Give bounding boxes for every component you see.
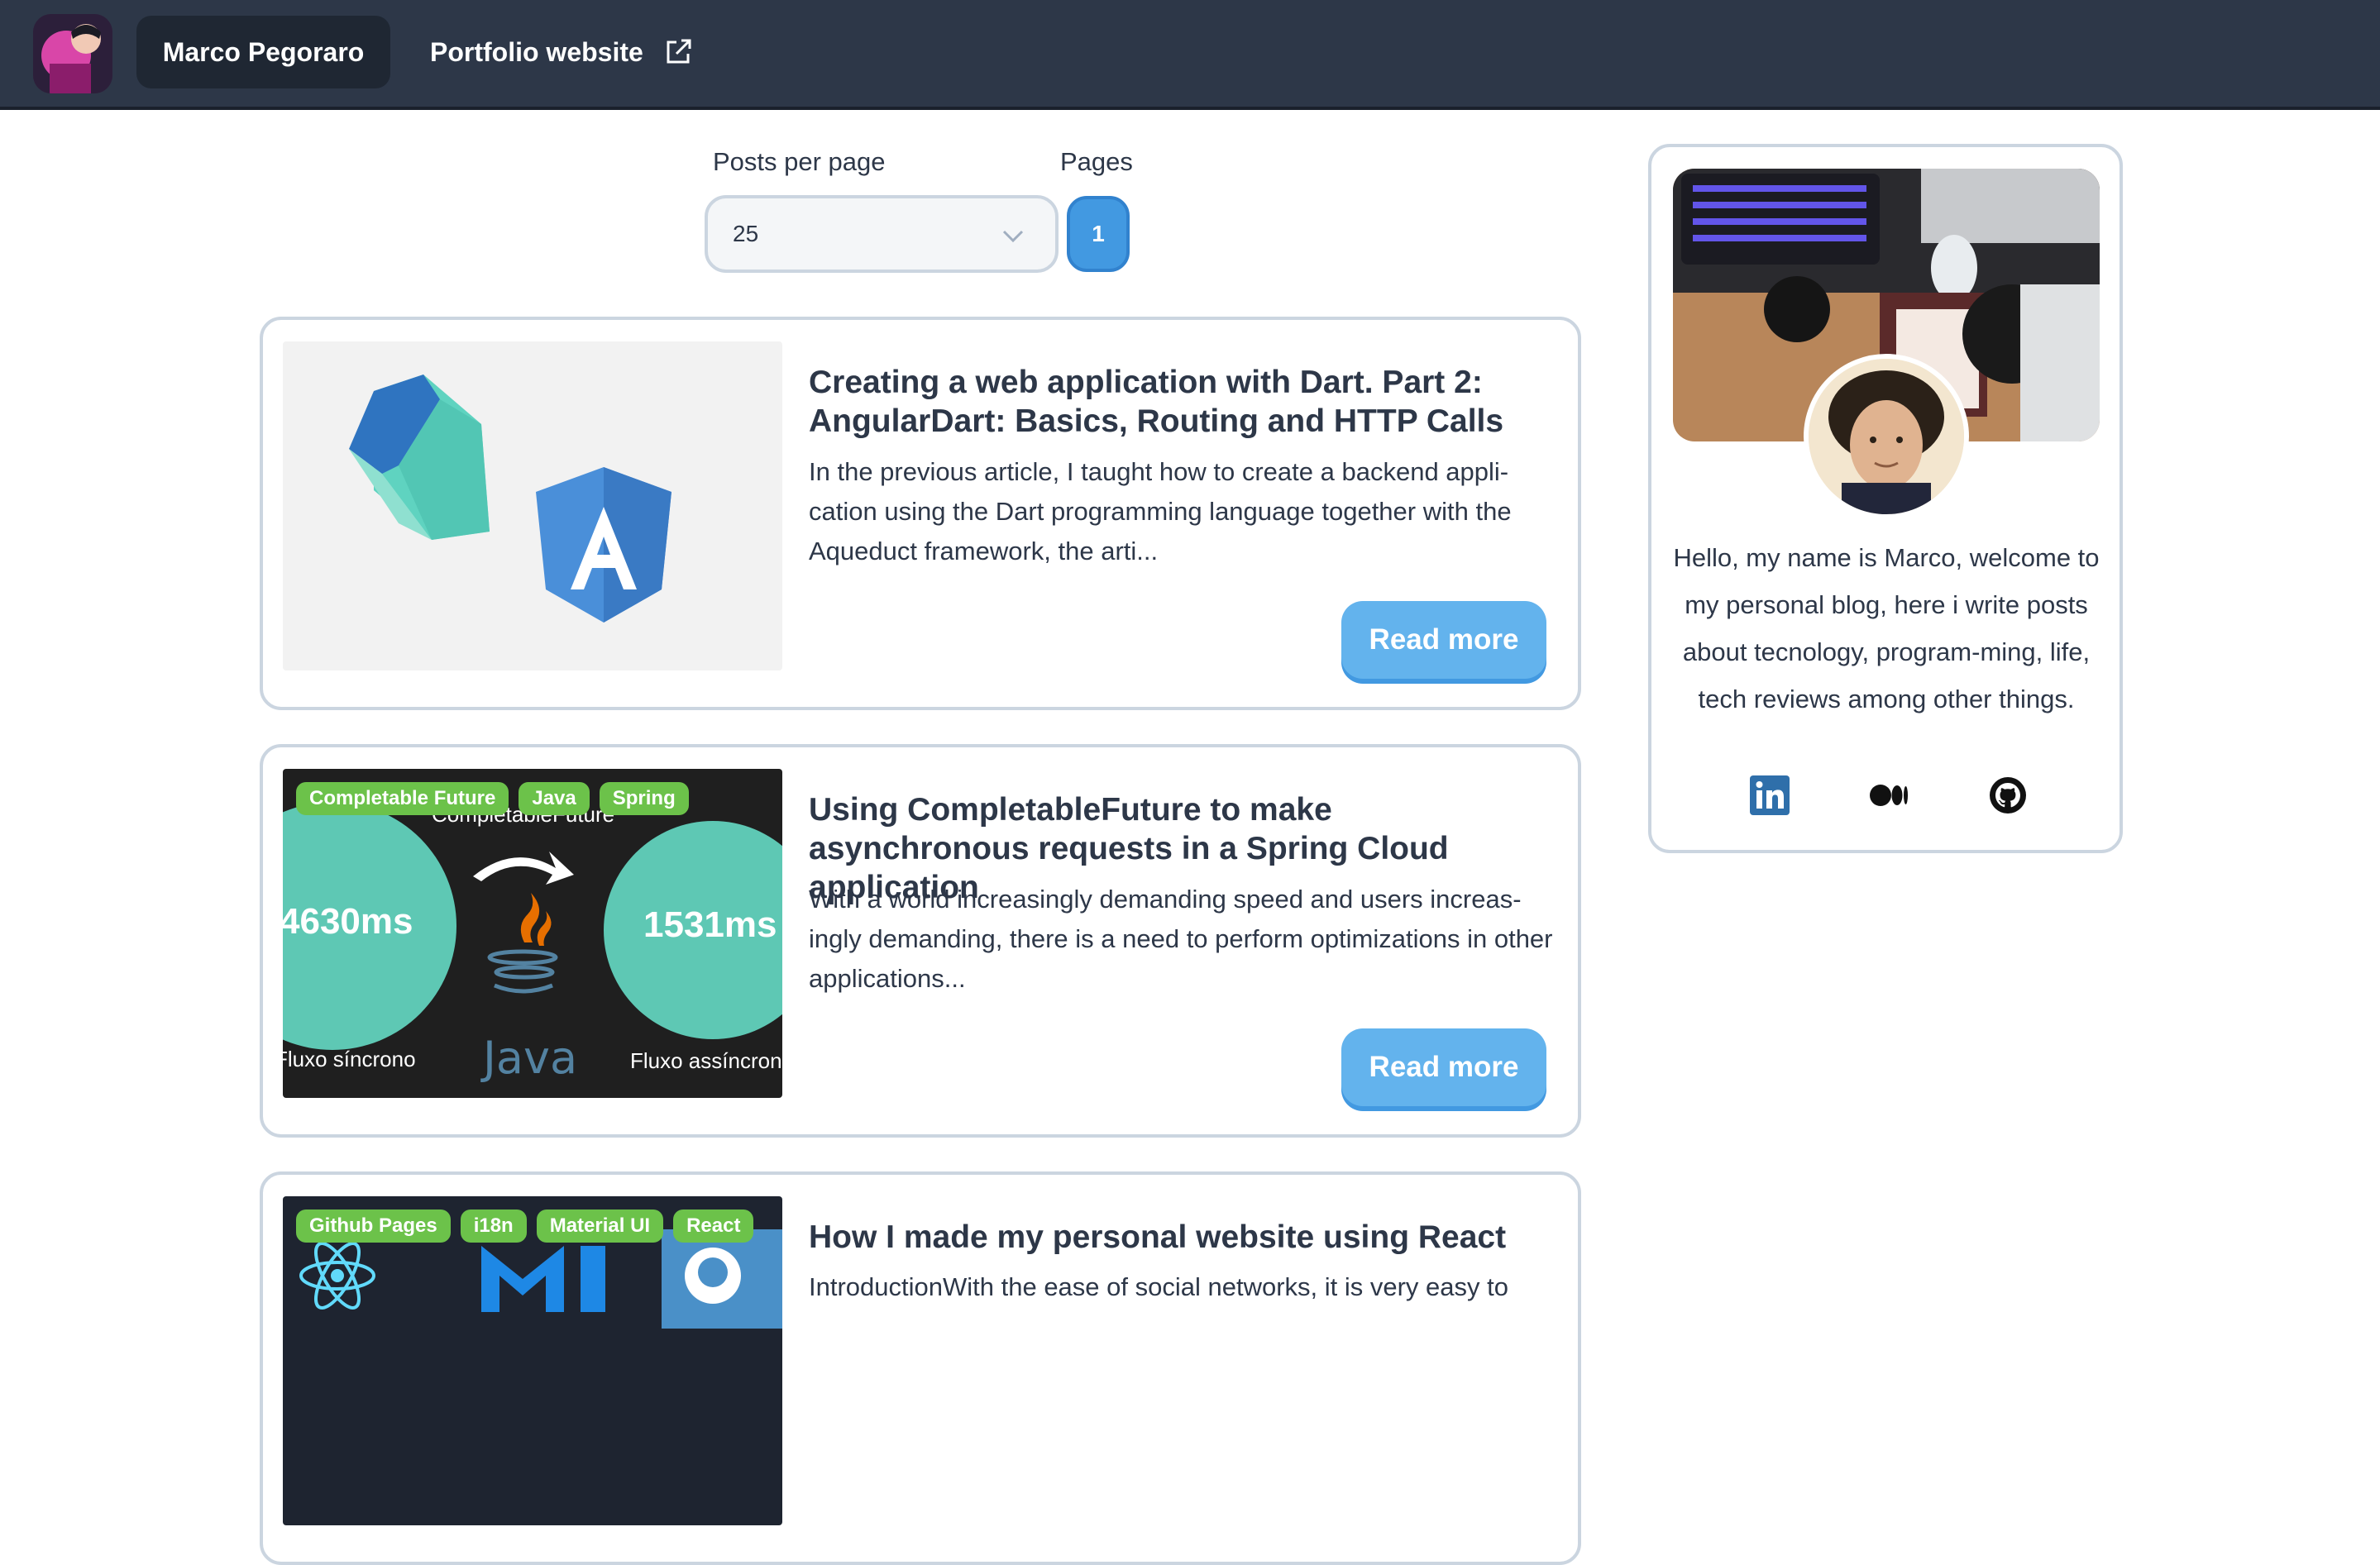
posts-per-page-value: 25 [733, 221, 759, 246]
tag-badge[interactable]: Spring [599, 782, 689, 815]
tag-badge[interactable]: React [673, 1210, 754, 1243]
medium-icon[interactable] [1869, 775, 1909, 815]
github-icon[interactable] [1988, 775, 2028, 815]
java-cup-icon [487, 893, 558, 994]
async-flow-caption: Fluxo assíncrono [630, 1048, 782, 1073]
profile-avatar [1804, 354, 1969, 519]
react-logo-icon [299, 1242, 375, 1310]
page-1-button[interactable]: 1 [1067, 196, 1130, 272]
read-more-button[interactable]: Read more [1341, 1028, 1546, 1106]
posts-per-page-select[interactable]: 25 [705, 195, 1059, 273]
sync-time-value: 4630ms [283, 901, 413, 942]
post-excerpt: In the previous article, I taught how to… [809, 457, 1512, 565]
angular-logo-icon [536, 467, 671, 623]
top-navigation-bar: Marco Pegoraro Portfolio website [0, 0, 2380, 110]
external-link-icon [663, 37, 693, 67]
brand-avatar[interactable] [33, 14, 112, 93]
page-number-label: 1 [1092, 221, 1105, 246]
post-tags: Completable Future Java Spring [296, 782, 689, 815]
post-tags: Github Pages i18n Material UI React [296, 1210, 754, 1243]
java-wordmark: Java [483, 1032, 578, 1084]
profile-bio: Hello, my name is Marco, welcome to my p… [1673, 543, 2100, 713]
tag-badge[interactable]: Github Pages [296, 1210, 451, 1243]
tag-badge[interactable]: Completable Future [296, 782, 509, 815]
post-card: Creating a web application with Dart. Pa… [260, 317, 1581, 710]
pages-label: Pages [1060, 147, 1133, 176]
post-excerpt: IntroductionWith the ease of social netw… [809, 1272, 1508, 1301]
linkedin-icon[interactable] [1750, 775, 1790, 815]
post-excerpt: With a world increasingly demanding spee… [809, 885, 1553, 993]
tag-badge[interactable]: Java [519, 782, 590, 815]
tag-badge[interactable]: Material UI [536, 1210, 664, 1243]
sync-flow-caption: Fluxo síncrono [283, 1047, 416, 1071]
social-links [1651, 775, 2126, 815]
post-thumbnail-react-website: Github Pages i18n Material UI React [283, 1196, 782, 1525]
post-title[interactable]: Creating a web application with Dart. Pa… [809, 363, 1561, 441]
brand-name-label: Marco Pegoraro [162, 36, 365, 67]
post-card: 4630ms 1531ms Fluxo síncrono Fluxo assín… [260, 744, 1581, 1138]
post-thumbnail-dart-angular [283, 341, 782, 670]
dart-logo-icon [349, 375, 490, 540]
portfolio-website-link[interactable]: Portfolio website [430, 16, 693, 88]
portfolio-link-label: Portfolio website [430, 36, 643, 67]
post-card: Github Pages i18n Material UI React How … [260, 1171, 1581, 1565]
material-ui-logo-icon [481, 1246, 564, 1312]
post-thumbnail-completablefuture: 4630ms 1531ms Fluxo síncrono Fluxo assín… [283, 769, 782, 1098]
github-logo-icon [685, 1248, 741, 1304]
brand-name-button[interactable]: Marco Pegoraro [136, 16, 390, 88]
arrow-right-icon [473, 852, 574, 885]
async-time-value: 1531ms [643, 904, 777, 945]
chevron-down-icon [1001, 223, 1025, 248]
post-title[interactable]: How I made my personal website using Rea… [809, 1218, 1561, 1257]
profile-card: Hello, my name is Marco, welcome to my p… [1648, 144, 2123, 853]
posts-per-page-label: Posts per page [713, 147, 886, 176]
read-more-button[interactable]: Read more [1341, 601, 1546, 679]
tag-badge[interactable]: i18n [460, 1210, 527, 1243]
